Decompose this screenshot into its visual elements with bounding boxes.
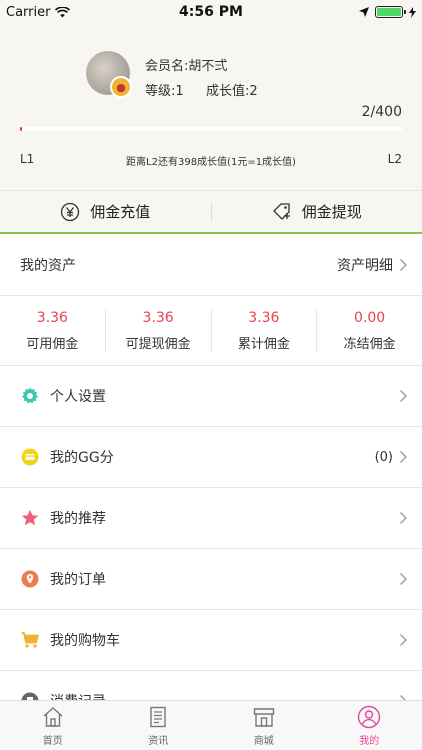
asset-value: 3.36 (248, 309, 280, 326)
tab-store[interactable]: 商城 (211, 701, 317, 750)
growth-value: 成长值:2 (206, 84, 258, 99)
asset-label: 可提现佣金 (125, 336, 191, 352)
assets-grid: 3.36 可用佣金 3.36 可提现佣金 3.36 累计佣金 0.00 冻结佣金 (0, 296, 422, 366)
assets-detail-label: 资产明细 (337, 257, 393, 274)
growth-progress-bar (20, 127, 402, 131)
cart-icon (20, 630, 40, 650)
assets-header[interactable]: 我的资产 资产明细 (0, 234, 422, 296)
tab-home[interactable]: 首页 (0, 701, 106, 750)
level-hint: 距离L2还有398成长值(1元=1成长值) (126, 157, 296, 168)
member-level: 等级:1 (145, 84, 184, 99)
store-icon (253, 707, 274, 727)
menu-label: 我的订单 (50, 572, 106, 588)
menu-item-recommend[interactable]: 我的推荐 (0, 488, 422, 549)
charging-bolt-icon (409, 6, 416, 18)
profile-header: ● 会员名:胡不弍 等级:1 成长值:2 2/400 L1 距离L2还有398成… (0, 24, 422, 190)
assets-detail-link[interactable]: 资产明细 (337, 255, 408, 275)
asset-cumulative[interactable]: 3.36 累计佣金 (212, 309, 318, 352)
asset-value: 3.36 (142, 309, 174, 326)
tab-news[interactable]: 资讯 (106, 701, 212, 750)
menu-label: 个人设置 (50, 389, 106, 405)
recharge-button[interactable]: 佣金充值 (0, 201, 211, 222)
status-bar: Carrier 4:56 PM (0, 0, 422, 24)
level-to: L2 (387, 152, 402, 166)
asset-label: 冻结佣金 (343, 336, 396, 352)
asset-value: 0.00 (354, 309, 386, 326)
chevron-right-icon (399, 389, 408, 403)
asset-value: 3.36 (36, 309, 68, 326)
location-pin-icon (20, 569, 40, 589)
yen-coin-icon (61, 202, 80, 221)
points-icon (20, 447, 40, 467)
withdraw-button[interactable]: 佣金提现 (212, 201, 422, 222)
asset-withdrawable[interactable]: 3.36 可提现佣金 (106, 309, 212, 352)
tab-label: 首页 (42, 735, 63, 747)
tab-mine[interactable]: 我的 (317, 701, 422, 750)
withdraw-tag-icon (272, 202, 290, 220)
menu-extra: (0) (374, 449, 393, 465)
menu-item-settings[interactable]: 个人设置 (0, 366, 422, 427)
asset-frozen[interactable]: 0.00 冻结佣金 (317, 310, 422, 352)
avatar-badge-icon: ● (110, 76, 132, 98)
star-icon (20, 508, 40, 528)
battery-icon (375, 6, 406, 18)
commission-actions: 佣金充值 佣金提现 (0, 190, 422, 232)
menu-label: 我的推荐 (50, 511, 106, 527)
location-arrow-icon (359, 7, 369, 17)
menu-item-cart[interactable]: 我的购物车 (0, 610, 422, 671)
menu-label: 我的GG分 (50, 450, 114, 466)
chevron-right-icon (399, 633, 408, 647)
carrier-label: Carrier (6, 4, 51, 20)
tab-label: 商城 (253, 735, 274, 747)
profile-icon (358, 705, 381, 728)
menu-label: 我的购物车 (50, 633, 120, 649)
home-icon (43, 706, 63, 727)
chevron-right-icon (399, 258, 408, 271)
tab-label: 资讯 (148, 735, 169, 747)
chevron-right-icon (399, 572, 408, 586)
news-icon (150, 706, 166, 727)
menu-list: 个人设置 我的GG分 (0) 我的推荐 我的订单 我的购物车 (0, 366, 422, 732)
asset-label: 累计佣金 (237, 336, 290, 352)
tab-bar: 首页 资讯 商城 我的 (0, 700, 422, 750)
growth-progress-fill (20, 127, 22, 131)
chevron-right-icon (399, 511, 408, 525)
asset-label: 可用佣金 (26, 336, 79, 352)
menu-item-orders[interactable]: 我的订单 (0, 549, 422, 610)
gear-icon (20, 386, 40, 406)
tab-label: 我的 (359, 735, 380, 747)
recharge-label: 佣金充值 (90, 203, 151, 221)
chevron-right-icon (399, 450, 408, 464)
withdraw-label: 佣金提现 (301, 203, 362, 221)
wifi-icon (55, 6, 71, 17)
menu-item-gg-points[interactable]: 我的GG分 (0) (0, 427, 422, 488)
asset-available[interactable]: 3.36 可用佣金 (0, 309, 106, 352)
progress-text: 2/400 (361, 104, 402, 120)
member-name: 会员名:胡不弍 (145, 59, 228, 74)
assets-title: 我的资产 (20, 257, 76, 274)
